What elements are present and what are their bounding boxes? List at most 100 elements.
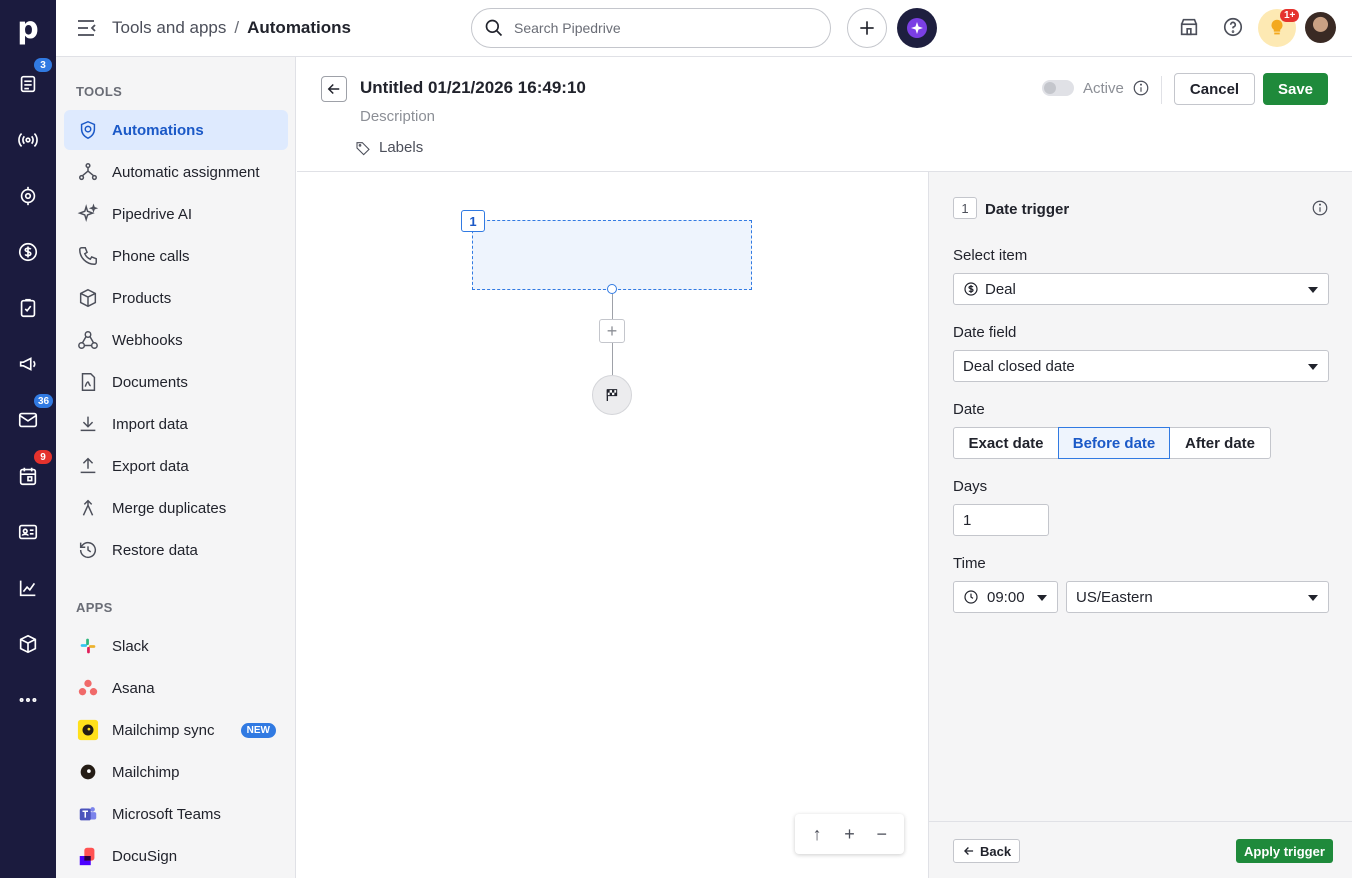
days-input[interactable] — [953, 504, 1049, 536]
help-icon[interactable] — [1222, 16, 1246, 40]
quick-add-button[interactable] — [847, 8, 887, 48]
exact-date-option[interactable]: Exact date — [953, 427, 1059, 459]
activities-badge: 9 — [34, 450, 52, 464]
leads-icon[interactable]: 3 — [0, 56, 56, 112]
arrow-up-icon[interactable]: ↑ — [805, 822, 829, 846]
app-rail: p 3 36 9 — [0, 0, 56, 878]
workflow-canvas[interactable]: 1 + ↑ + − — [297, 172, 928, 878]
select-item-dropdown[interactable]: Deal — [953, 273, 1329, 305]
avatar[interactable] — [1305, 12, 1336, 43]
active-label: Active — [1083, 80, 1124, 97]
sidebar-item-import-data[interactable]: Import data — [64, 404, 288, 444]
finish-node — [592, 375, 632, 415]
labels-text: Labels — [379, 139, 424, 156]
labels-button[interactable]: Labels — [355, 139, 423, 156]
contacts-icon[interactable] — [0, 504, 56, 560]
insights-icon[interactable] — [0, 560, 56, 616]
sidebar-item-restore-data[interactable]: Restore data — [64, 530, 288, 570]
zoom-controls: ↑ + − — [795, 814, 904, 854]
zoom-out-icon[interactable]: − — [870, 822, 894, 846]
pipedrive-logo[interactable]: p — [0, 0, 56, 56]
finish-flag-icon — [606, 389, 618, 401]
before-date-option[interactable]: Before date — [1058, 427, 1170, 459]
sidebar-item-slack[interactable]: Slack — [64, 626, 288, 666]
sidebar-item-pipedrive-ai[interactable]: Pipedrive AI — [64, 194, 288, 234]
timezone-dropdown[interactable]: US/Eastern — [1066, 581, 1329, 613]
after-date-option[interactable]: After date — [1169, 427, 1271, 459]
save-button[interactable]: Save — [1263, 73, 1328, 105]
calendar-icon[interactable]: 9 — [0, 448, 56, 504]
breadcrumb-parent[interactable]: Tools and apps — [112, 18, 226, 37]
time-value: 09:00 — [987, 588, 1025, 606]
sidebar-item-automatic-assignment[interactable]: Automatic assignment — [64, 152, 288, 192]
slack-icon — [76, 634, 100, 658]
sidebar-item-label: Products — [112, 289, 172, 307]
collapse-menu-icon[interactable] — [76, 18, 98, 38]
date-field-value: Deal closed date — [963, 357, 1075, 375]
apply-trigger-button[interactable]: Apply trigger — [1236, 839, 1333, 863]
asana-icon — [76, 676, 100, 700]
mail-badge: 36 — [34, 394, 54, 408]
tools-heading: TOOLS — [76, 84, 123, 99]
sidebar-item-mailchimp-sync[interactable]: Mailchimp sync NEW — [64, 710, 288, 750]
connector-dot[interactable] — [607, 284, 617, 294]
cancel-button[interactable]: Cancel — [1174, 73, 1255, 105]
sidebar-item-microsoft-teams[interactable]: Microsoft Teams — [64, 794, 288, 834]
mailchimp-icon — [76, 760, 100, 784]
mail-icon[interactable]: 36 — [0, 392, 56, 448]
automation-title[interactable]: Untitled 01/21/2026 16:49:10 — [360, 78, 586, 98]
panel-footer: Back Apply trigger — [929, 821, 1352, 878]
mailchimp-icon — [76, 718, 100, 742]
sidebar-item-mailchimp[interactable]: Mailchimp — [64, 752, 288, 792]
marketplace-icon[interactable] — [1178, 16, 1202, 40]
upload-icon — [76, 454, 100, 478]
more-icon[interactable] — [0, 672, 56, 728]
timezone-value: US/Eastern — [1076, 588, 1153, 606]
broadcast-icon[interactable] — [0, 112, 56, 168]
back-button[interactable]: Back — [953, 839, 1021, 863]
add-step-button[interactable]: + — [599, 319, 625, 343]
chevron-down-icon — [1308, 595, 1318, 601]
sidebar-item-export-data[interactable]: Export data — [64, 446, 288, 486]
date-field-dropdown[interactable]: Deal closed date — [953, 350, 1329, 382]
products-icon[interactable] — [0, 616, 56, 672]
docusign-icon — [76, 844, 100, 868]
sidebar-item-label: Phone calls — [112, 247, 190, 265]
tasks-icon[interactable] — [0, 280, 56, 336]
chevron-down-icon — [1037, 595, 1047, 601]
document-icon — [76, 370, 100, 394]
sidebar-item-label: Export data — [112, 457, 189, 475]
ai-assistant-button[interactable] — [897, 8, 937, 48]
time-dropdown[interactable]: 09:00 — [953, 581, 1058, 613]
connector-line — [612, 343, 613, 375]
deals-icon[interactable] — [0, 224, 56, 280]
search-box[interactable] — [471, 8, 831, 48]
select-item-value: Deal — [985, 280, 1016, 298]
trigger-node-placeholder[interactable] — [472, 220, 752, 290]
sidebar-item-products[interactable]: Products — [64, 278, 288, 318]
sidebar-item-docusign[interactable]: DocuSign — [64, 836, 288, 876]
target-icon[interactable] — [0, 168, 56, 224]
sidebar-item-automations[interactable]: Automations — [64, 110, 288, 150]
sidebar-item-documents[interactable]: Documents — [64, 362, 288, 402]
plus-icon — [860, 21, 874, 35]
search-icon — [485, 19, 503, 37]
sidebar-item-asana[interactable]: Asana — [64, 668, 288, 708]
breadcrumb: Tools and apps / Automations — [112, 18, 351, 38]
info-icon[interactable] — [1132, 79, 1150, 97]
panel-title: Date trigger — [985, 201, 1070, 218]
back-arrow-button[interactable] — [321, 76, 347, 102]
arrow-left-icon — [327, 83, 340, 95]
chevron-down-icon — [1308, 364, 1318, 370]
campaigns-icon[interactable] — [0, 336, 56, 392]
active-toggle[interactable] — [1042, 80, 1074, 96]
info-icon[interactable] — [1311, 199, 1329, 217]
tag-icon — [356, 141, 370, 155]
sidebar-item-webhooks[interactable]: Webhooks — [64, 320, 288, 360]
sidebar-item-merge-duplicates[interactable]: Merge duplicates — [64, 488, 288, 528]
sidebar-item-phone-calls[interactable]: Phone calls — [64, 236, 288, 276]
description-field[interactable]: Description — [360, 108, 435, 125]
zoom-in-icon[interactable]: + — [837, 822, 861, 846]
webhook-icon — [76, 328, 100, 352]
search-input[interactable] — [514, 20, 814, 36]
